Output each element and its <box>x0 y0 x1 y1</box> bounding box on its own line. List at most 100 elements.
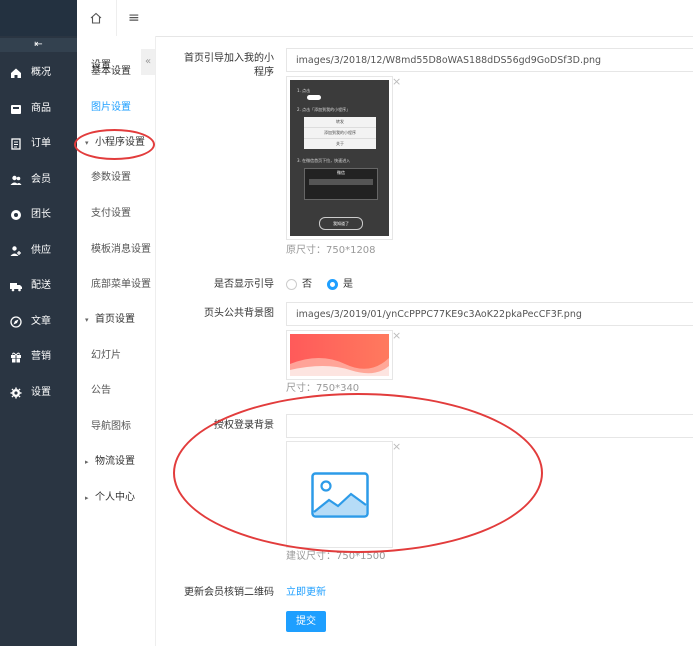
sidebar-item-9[interactable]: 公告 <box>77 378 155 404</box>
guide-image-preview: 1. 点击 2. 点击「添加到我的小程序」 转发 添加到我的小程序 关于 3. … <box>286 76 393 240</box>
main-nav: ⇤ 概况商品订单会员团长供应配送文章营销设置 <box>0 0 77 646</box>
nav-toggle-button[interactable]: ⇤ <box>0 38 77 52</box>
remove-auth-bg-icon[interactable]: × <box>392 441 401 452</box>
image-placeholder-icon <box>311 472 369 518</box>
header-bg-preview-image <box>290 334 389 376</box>
member-icon <box>10 175 22 185</box>
gear-icon <box>10 387 22 398</box>
nav-item-label: 文章 <box>31 315 51 327</box>
nav-item-supply[interactable]: 供应 <box>0 236 77 266</box>
nav-item-label: 会员 <box>31 173 51 185</box>
guide-label-line1: 首页引导加入我的小 <box>184 53 274 64</box>
remove-header-bg-icon[interactable]: × <box>392 330 401 341</box>
remove-guide-image-icon[interactable]: × <box>392 76 401 87</box>
truck-icon <box>10 283 22 292</box>
preview-step1: 1. 点击 <box>297 88 311 93</box>
header-bg-size-hint: 尺寸：750*340 <box>286 383 360 394</box>
topbar-divider <box>116 0 117 36</box>
logo-area <box>0 0 77 36</box>
sidebar-item-6[interactable]: 底部菜单设置 <box>77 272 155 298</box>
sidebar-item-label: 首页设置 <box>95 314 135 325</box>
sidebar-item-label: 公告 <box>91 385 111 396</box>
sidebar-item-label: 导航图标 <box>91 421 131 432</box>
sidebar-item-3[interactable]: 参数设置 <box>77 165 155 191</box>
header-bg-label: 页头公共背景图 <box>204 308 274 319</box>
show-guide-yes-radio[interactable] <box>327 279 338 290</box>
submit-button[interactable]: 提交 <box>286 611 326 632</box>
sidebar-item-7[interactable]: ▾ 首页设置 <box>77 307 155 333</box>
sidebar-item-8[interactable]: 幻灯片 <box>77 343 155 369</box>
preview-ok-button: 我知道了 <box>319 217 363 230</box>
sidebar-item-label: 小程序设置 <box>95 137 145 148</box>
nav-item-label: 配送 <box>31 280 51 291</box>
sidebar-arrow-icon: ▸ <box>85 458 89 466</box>
sidebar-item-label: 物流设置 <box>95 456 135 467</box>
leader-icon <box>11 210 21 220</box>
sidebar-arrow-icon: ▸ <box>85 494 89 502</box>
sidebar-item-0[interactable]: 基本设置 <box>77 59 155 85</box>
nav-item-compass[interactable]: 文章 <box>0 307 77 337</box>
guide-label-line2: 程序 <box>254 67 274 78</box>
sidebar-item-label: 参数设置 <box>91 172 131 183</box>
sidebar-item-label: 个人中心 <box>95 492 135 503</box>
sidebar-item-2[interactable]: ▾ 小程序设置 <box>77 130 155 156</box>
nav-item-truck[interactable]: 配送 <box>0 271 77 301</box>
goods-icon <box>11 104 21 114</box>
sidebar-item-label: 基本设置 <box>91 66 131 77</box>
header-bg-input[interactable]: images/3/2019/01/ynCcPPPC77KE9c3AoK22pka… <box>286 302 693 326</box>
sidebar-item-label: 图片设置 <box>91 102 131 113</box>
sidebar-arrow-icon: ▾ <box>85 139 89 147</box>
preview-wechat-row <box>309 179 373 185</box>
sidebar-item-11[interactable]: ▸ 物流设置 <box>77 449 155 475</box>
sidebar-arrow-icon: ▾ <box>85 316 89 324</box>
nav-item-label: 团长 <box>31 209 51 220</box>
preview-step2: 2. 点击「添加到我的小程序」 <box>297 107 351 112</box>
auth-bg-placeholder[interactable] <box>286 441 393 548</box>
nav-item-label: 营销 <box>31 351 51 362</box>
menu-icon[interactable]: ≡ <box>128 10 144 26</box>
nav-item-label: 概况 <box>31 67 51 78</box>
sidebar-item-label: 模板消息设置 <box>91 244 151 255</box>
preview-menu1: 转发 <box>336 119 344 124</box>
qrcode-label: 更新会员核销二维码 <box>184 587 274 598</box>
nav-item-order[interactable]: 订单 <box>0 129 77 159</box>
nav-item-label: 商品 <box>31 102 51 114</box>
sidebar-item-label: 支付设置 <box>91 208 131 219</box>
guide-image-input[interactable]: images/3/2018/12/W8md55D8oWAS188dDS56gd9… <box>286 48 693 72</box>
sidebar-item-4[interactable]: 支付设置 <box>77 201 155 227</box>
nav-item-label: 订单 <box>31 138 51 149</box>
nav-item-goods[interactable]: 商品 <box>0 94 77 124</box>
home-icon <box>11 68 21 78</box>
auth-bg-label: 授权登录背景 <box>214 420 274 431</box>
update-qrcode-link[interactable]: 立即更新 <box>286 586 326 600</box>
auth-bg-input[interactable] <box>286 414 693 438</box>
sidebar-item-10[interactable]: 导航图标 <box>77 414 155 440</box>
nav-item-label: 设置 <box>31 386 51 398</box>
show-guide-label: 是否显示引导 <box>214 279 274 290</box>
sidebar-item-label: 幻灯片 <box>91 350 121 361</box>
compass-icon <box>10 315 22 328</box>
nav-item-leader[interactable]: 团长 <box>0 200 77 230</box>
show-guide-no-label: 否 <box>302 279 312 290</box>
guide-image-label: 首页引导加入我的小 程序 <box>170 52 274 80</box>
nav-item-gift[interactable]: 营销 <box>0 342 77 372</box>
preview-menu-card: 转发 添加到我的小程序 关于 <box>304 117 376 149</box>
nav-item-home[interactable]: 概况 <box>0 58 77 88</box>
order-icon <box>11 138 21 150</box>
auth-bg-size-hint: 建议尺寸：750*1500 <box>286 551 386 562</box>
sidebar-item-5[interactable]: 模板消息设置 <box>77 237 155 263</box>
nav-item-member[interactable]: 会员 <box>0 165 77 195</box>
guide-image-size-hint: 原尺寸：750*1208 <box>286 245 376 256</box>
preview-wechat-title: 微信 <box>337 170 345 175</box>
preview-menu2: 添加到我的小程序 <box>304 127 376 138</box>
preview-step3: 3. 在微信首页下拉，快速进入 <box>297 158 351 163</box>
sidebar-item-12[interactable]: ▸ 个人中心 <box>77 485 155 511</box>
sidebar-item-1[interactable]: 图片设置 <box>77 95 155 121</box>
show-guide-no-radio[interactable] <box>286 279 297 290</box>
sidebar-item-label: 底部菜单设置 <box>91 279 151 290</box>
show-guide-yes-label: 是 <box>343 279 353 290</box>
nav-item-gear[interactable]: 设置 <box>0 378 77 408</box>
header-bg-preview <box>286 330 393 380</box>
home-outline-icon[interactable] <box>89 11 103 25</box>
main-content: 首页引导加入我的小 程序 images/3/2018/12/W8md55D8oW… <box>170 36 693 646</box>
